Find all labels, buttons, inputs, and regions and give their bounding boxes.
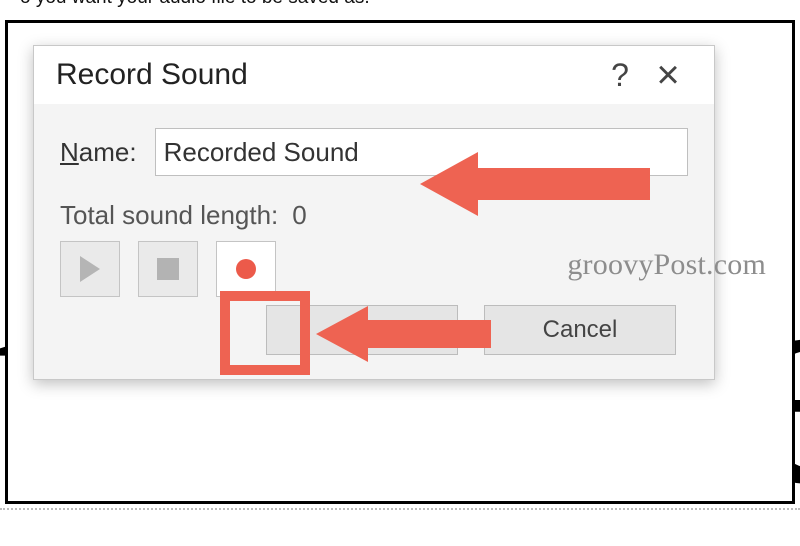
total-length-value: 0 — [292, 200, 306, 231]
ok-button[interactable]: OK — [266, 305, 458, 355]
watermark-text: groovyPost.com — [567, 248, 766, 282]
name-input[interactable] — [155, 128, 688, 176]
dialog-title: Record Sound — [56, 58, 596, 92]
bottom-divider — [0, 508, 800, 510]
play-button[interactable] — [60, 241, 120, 297]
background-text: o you want your audio file to be saved a… — [20, 0, 370, 9]
dialog-body: Name: Total sound length: 0 OK Cancel — [34, 104, 714, 379]
cancel-button[interactable]: Cancel — [484, 305, 676, 355]
help-button[interactable]: ? — [596, 57, 644, 94]
name-label: Name: — [60, 137, 137, 168]
record-sound-dialog: Record Sound ? × Name: Total sound lengt… — [33, 45, 715, 380]
close-button[interactable]: × — [644, 60, 692, 90]
play-icon — [80, 256, 100, 282]
record-button[interactable] — [216, 241, 276, 297]
dialog-footer: OK Cancel — [60, 305, 688, 365]
name-row: Name: — [60, 128, 688, 176]
stop-button[interactable] — [138, 241, 198, 297]
total-length-label: Total sound length: — [60, 200, 278, 231]
record-icon — [236, 259, 256, 279]
stop-icon — [157, 258, 179, 280]
total-length-row: Total sound length: 0 — [60, 200, 688, 231]
dialog-titlebar: Record Sound ? × — [34, 46, 714, 104]
